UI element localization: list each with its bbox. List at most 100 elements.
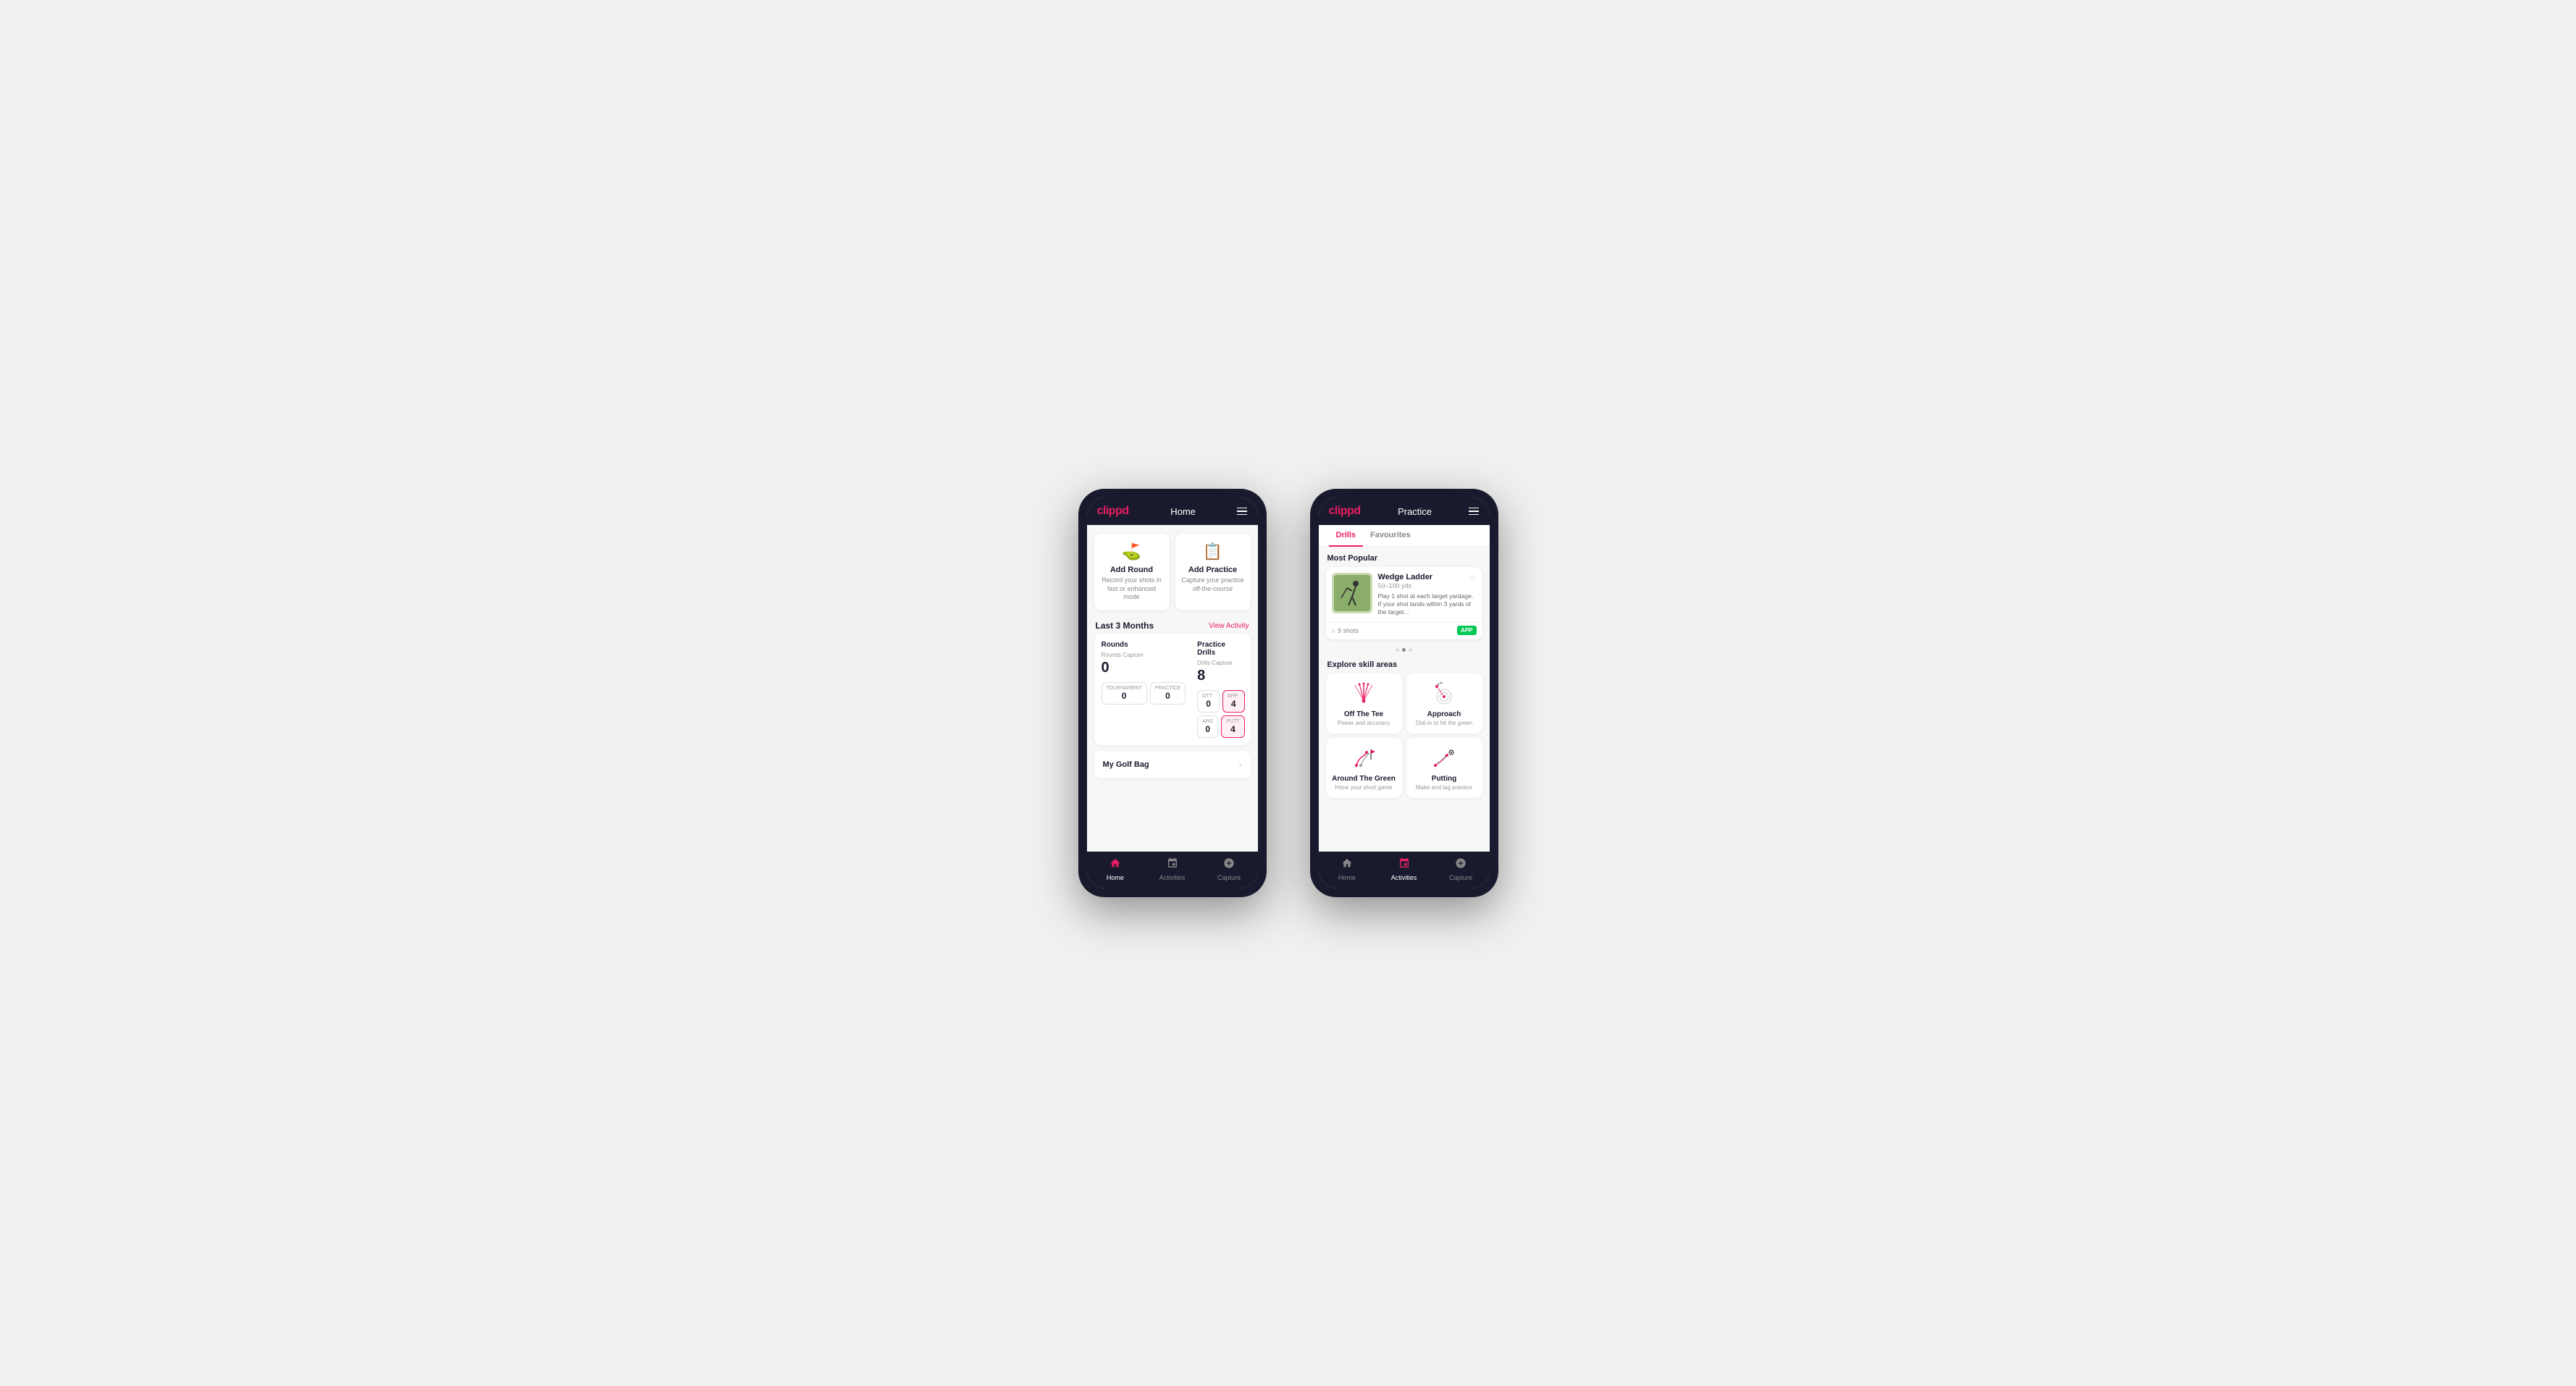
putt-box: PUTT 4 (1221, 715, 1244, 738)
action-cards-container: ⛳ Add Round Record your shots in fast or… (1087, 525, 1258, 616)
home-header: clippd Home (1087, 497, 1258, 525)
capture-nav-icon (1223, 857, 1235, 873)
drill-range: 50–100 yds (1378, 582, 1433, 589)
wedge-ladder-card[interactable]: Wedge Ladder 50–100 yds ☆ Play 1 shot at… (1326, 567, 1482, 639)
drills-sub-row-bottom: ARG 0 PUTT 4 (1197, 715, 1244, 738)
drills-total: 8 (1197, 668, 1244, 684)
drill-info: Wedge Ladder 50–100 yds ☆ Play 1 shot at… (1378, 573, 1477, 616)
nav-home-2[interactable]: Home (1319, 857, 1376, 881)
home-nav-icon (1109, 857, 1121, 873)
drill-shots: 9 shots (1332, 627, 1359, 634)
home-nav-icon-2 (1341, 857, 1353, 873)
practice-rounds-box: Practice 0 (1150, 682, 1186, 705)
tab-drills[interactable]: Drills (1329, 525, 1364, 547)
drill-card-inner: Wedge Ladder 50–100 yds ☆ Play 1 shot at… (1326, 567, 1482, 622)
app-label: APP (1228, 694, 1240, 699)
nav-activities[interactable]: Activities (1144, 857, 1201, 881)
drills-sub-row-top: OTT 0 APP 4 (1197, 690, 1244, 713)
tee-icon (1348, 681, 1380, 707)
practice-rounds-value: 0 (1155, 691, 1180, 701)
add-practice-desc: Capture your practice off-the-course (1181, 576, 1245, 593)
view-activity-link[interactable]: View Activity (1209, 622, 1249, 630)
home-bottom-nav: Home Activities Capture (1087, 852, 1258, 889)
rounds-total: 0 (1102, 660, 1186, 676)
home-screen-title: Home (1170, 506, 1196, 517)
skill-arg-name: Around The Green (1332, 775, 1396, 783)
capture-nav-label: Capture (1217, 874, 1241, 881)
phone-practice: clippd Practice Drills Favourites Most P… (1310, 489, 1498, 897)
nav-home[interactable]: Home (1087, 857, 1144, 881)
nav-capture[interactable]: Capture (1201, 857, 1258, 881)
drill-name: Wedge Ladder (1378, 573, 1433, 581)
home-content: ⛳ Add Round Record your shots in fast or… (1087, 525, 1258, 852)
tab-favourites[interactable]: Favourites (1363, 525, 1418, 547)
app-logo: clippd (1097, 505, 1129, 518)
practice-menu-icon[interactable] (1469, 508, 1479, 516)
practice-header: clippd Practice (1319, 497, 1490, 525)
add-round-icon: ⛳ (1122, 542, 1141, 561)
add-round-desc: Record your shots in fast or enhanced mo… (1100, 576, 1164, 602)
arg-label: ARG (1202, 719, 1213, 724)
add-practice-title: Add Practice (1188, 566, 1237, 574)
rounds-capture-label: Rounds Capture (1102, 652, 1186, 658)
drill-description: Play 1 shot at each target yardage. If y… (1378, 592, 1477, 616)
skill-grid: Off The Tee Power and accuracy (1319, 673, 1490, 805)
stats-section-header: Last 3 Months View Activity (1087, 616, 1258, 634)
skill-putting-desc: Make and lag practice (1416, 784, 1472, 791)
skill-arg-desc: Hone your short game (1335, 784, 1392, 791)
skill-approach-name: Approach (1427, 710, 1461, 718)
skill-putting-name: Putting (1432, 775, 1456, 783)
dot-3[interactable] (1409, 648, 1412, 652)
menu-icon[interactable] (1237, 508, 1247, 516)
tournament-value: 0 (1107, 691, 1142, 701)
golf-bag-label: My Golf Bag (1103, 760, 1149, 769)
capture-nav-label-2: Capture (1449, 874, 1472, 881)
explore-label: Explore skill areas (1319, 658, 1490, 673)
home-nav-label-2: Home (1338, 874, 1356, 881)
add-round-title: Add Round (1110, 566, 1153, 574)
skill-off-tee[interactable]: Off The Tee Power and accuracy (1326, 673, 1402, 734)
practice-bottom-nav: Home Activities Capture (1319, 852, 1490, 889)
arg-value: 0 (1202, 724, 1213, 734)
tournament-box: Tournament 0 (1102, 682, 1147, 705)
skill-tee-desc: Power and accuracy (1338, 720, 1390, 726)
drills-capture-label: Drills Capture (1197, 660, 1244, 666)
skill-approach[interactable]: Approach Dial-in to hit the green (1406, 673, 1482, 734)
skill-putting[interactable]: Putting Make and lag practice (1406, 738, 1482, 798)
arg-icon (1348, 745, 1380, 771)
most-popular-label: Most Popular (1319, 547, 1490, 567)
dot-2[interactable] (1402, 648, 1406, 652)
nav-activities-2[interactable]: Activities (1375, 857, 1432, 881)
drill-footer: 9 shots APP (1326, 622, 1482, 639)
practice-screen-title: Practice (1398, 506, 1432, 517)
app-box: APP 4 (1222, 690, 1245, 713)
phone-home: clippd Home ⛳ Add Round Record your shot… (1078, 489, 1267, 897)
app-logo-2: clippd (1329, 505, 1361, 518)
tournament-label: Tournament (1107, 686, 1142, 691)
approach-icon (1428, 681, 1460, 707)
putt-value: 4 (1226, 724, 1239, 734)
add-practice-card[interactable]: 📋 Add Practice Capture your practice off… (1175, 534, 1251, 610)
add-round-card[interactable]: ⛳ Add Round Record your shots in fast or… (1094, 534, 1170, 610)
skill-tee-name: Off The Tee (1344, 710, 1383, 718)
golf-bag-row[interactable]: My Golf Bag › (1094, 751, 1251, 778)
dot-1[interactable] (1396, 648, 1399, 652)
capture-nav-icon-2 (1455, 857, 1467, 873)
nav-capture-2[interactable]: Capture (1432, 857, 1490, 881)
drill-thumbnail (1332, 573, 1372, 613)
ott-box: OTT 0 (1197, 690, 1220, 713)
skill-around-green[interactable]: Around The Green Hone your short game (1326, 738, 1402, 798)
app-value: 4 (1228, 699, 1240, 709)
app-badge: APP (1457, 626, 1476, 635)
drills-col: Practice Drills Drills Capture 8 OTT 0 A… (1197, 641, 1244, 738)
practice-tabs: Drills Favourites (1319, 525, 1490, 547)
ott-value: 0 (1202, 699, 1214, 709)
stats-container: Rounds Rounds Capture 0 Tournament 0 Pra… (1094, 634, 1251, 745)
putt-icon (1428, 745, 1460, 771)
practice-rounds-label: Practice (1155, 686, 1180, 691)
drill-star-icon[interactable]: ☆ (1469, 573, 1477, 583)
practice-content: Most Popular (1319, 547, 1490, 852)
activities-nav-label-2: Activities (1391, 874, 1417, 881)
add-practice-icon: 📋 (1203, 542, 1222, 561)
skill-approach-desc: Dial-in to hit the green (1416, 720, 1472, 726)
